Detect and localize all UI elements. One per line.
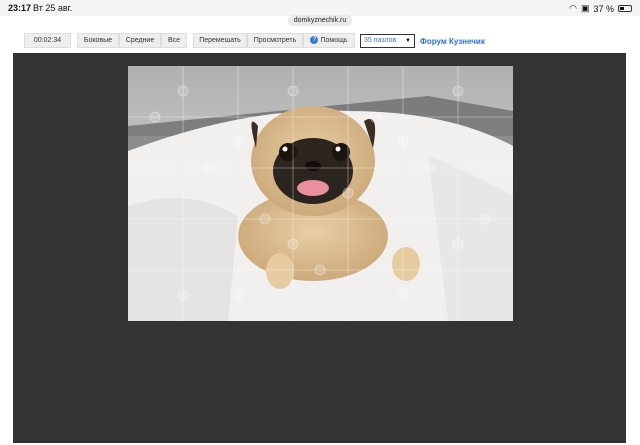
battery-icon <box>618 5 632 12</box>
date: Вт 25 авг. <box>33 3 73 13</box>
status-right: ◠ ▣ 37 % <box>569 3 632 14</box>
puzzle-toolbar: 00:02:34 Боковые Средние Все Перемешать … <box>0 28 640 53</box>
url-bar[interactable]: domkyznechik.ru <box>288 15 352 26</box>
battery-percent: 37 % <box>593 3 614 14</box>
help-label: Помощь <box>320 37 348 44</box>
timer: 00:02:34 <box>24 33 71 48</box>
puzzle-grid <box>128 66 513 321</box>
help-button[interactable]: ? Помощь <box>303 33 355 48</box>
car-icon: ▣ <box>580 3 590 13</box>
pieces-select-value: 35 пазлов <box>364 37 397 44</box>
preview-button[interactable]: Просмотреть <box>247 33 303 48</box>
forum-link[interactable]: Форум Кузнечик <box>420 37 485 46</box>
sides-button[interactable]: Боковые <box>77 33 119 48</box>
help-icon: ? <box>310 36 319 45</box>
wifi-icon: ◠ <box>569 3 577 13</box>
shuffle-button[interactable]: Перемешать <box>193 33 247 48</box>
middle-button[interactable]: Средние <box>119 33 161 48</box>
dropdown-arrow-icon: ▼ <box>405 38 411 44</box>
pieces-select[interactable]: 35 пазлов ▼ <box>360 34 415 48</box>
clock: 23:17 <box>8 3 32 13</box>
puzzle-image[interactable] <box>128 66 513 321</box>
all-button[interactable]: Все <box>161 33 187 48</box>
status-bar: 23:17 Вт 25 авг. ◠ ▣ 37 % <box>0 0 640 16</box>
